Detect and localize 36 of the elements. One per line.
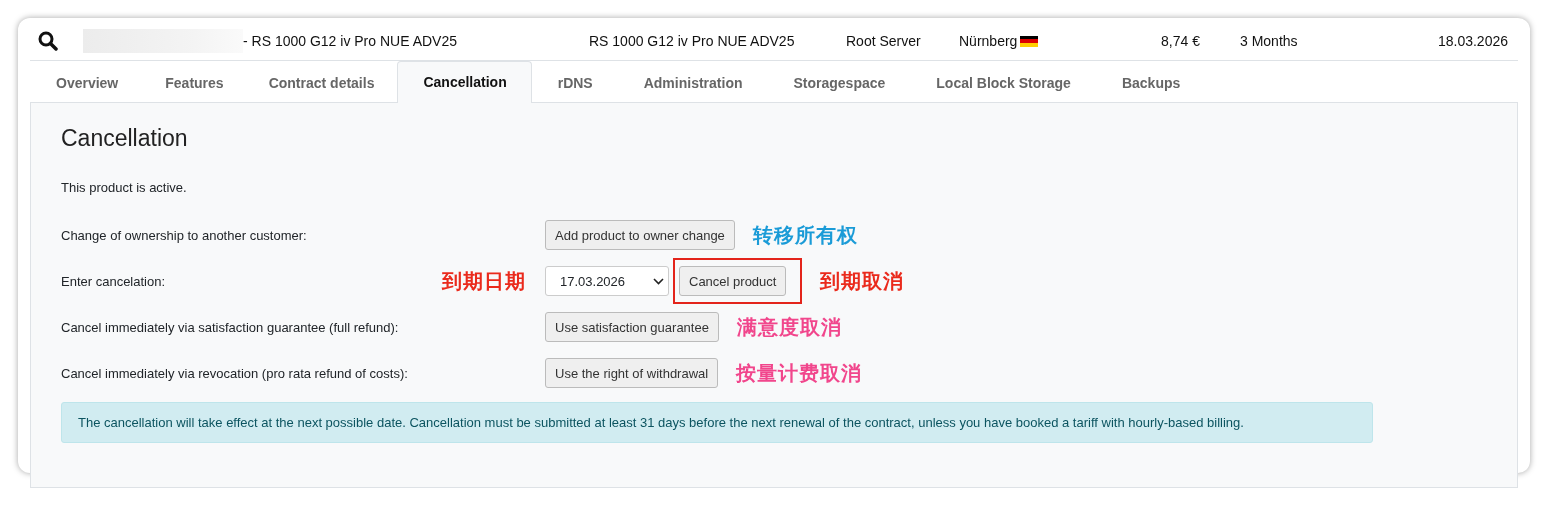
search-icon[interactable] <box>38 31 58 51</box>
tab[interactable]: Administration <box>617 62 768 103</box>
tab[interactable]: Cancellation <box>397 61 532 103</box>
tab[interactable]: rDNS <box>531 62 618 103</box>
location: Nürnberg <box>959 33 1018 49</box>
action-button[interactable]: Use satisfaction guarantee <box>545 312 719 342</box>
row-label: Cancel immediately via satisfaction guarantee (full refund): <box>61 319 399 335</box>
cancel-button[interactable]: Cancel product <box>679 266 787 296</box>
tab[interactable]: Contract details <box>246 62 398 103</box>
panel-title: Cancellation <box>61 124 189 153</box>
price: 8,74 € <box>1160 33 1200 49</box>
tab[interactable]: Backups <box>1095 62 1206 103</box>
tab[interactable]: Local Block Storage <box>910 62 1096 103</box>
flag-icon <box>1020 35 1039 47</box>
action-button[interactable]: Add product to owner change <box>545 220 735 250</box>
action-button[interactable]: Use the right of withdrawal <box>545 358 719 388</box>
annotation: 按量计费取消 <box>736 360 863 386</box>
annotation: 到期日期 <box>442 268 526 294</box>
row-label: Cancel immediately via revocation (pro rata refund of costs): <box>61 365 408 381</box>
row-label: Enter cancelation: <box>61 273 166 289</box>
product-plan: RS 1000 G12 iv Pro NUE ADV25 <box>589 33 796 49</box>
date: 18.03.2026 <box>1436 33 1509 49</box>
tab[interactable]: Overview <box>30 62 144 103</box>
status-text: This product is active. <box>61 180 188 197</box>
chevron-down-icon <box>653 277 664 285</box>
server-type: Root Server <box>846 33 922 49</box>
annotation: 转移所有权 <box>752 222 858 248</box>
date-dropdown[interactable]: 17.03.2026 <box>545 266 669 296</box>
tab[interactable]: Features <box>143 62 247 103</box>
info-alert: The cancellation will take effect at the next possible date. Cancellation must be submitted at least 31 days before the next renewal of the contract, unless you have booked a tariff with hourly-based billing. <box>61 402 1373 443</box>
annotation: 到期取消 <box>820 268 905 294</box>
row-label: Change of ownership to another customer: <box>61 227 307 243</box>
billing-period: 3 Months <box>1240 33 1299 49</box>
product-name: - RS 1000 G12 iv Pro NUE ADV25 <box>243 33 457 49</box>
annotation: 满意度取消 <box>736 314 842 340</box>
tab[interactable]: Storagespace <box>767 62 911 103</box>
